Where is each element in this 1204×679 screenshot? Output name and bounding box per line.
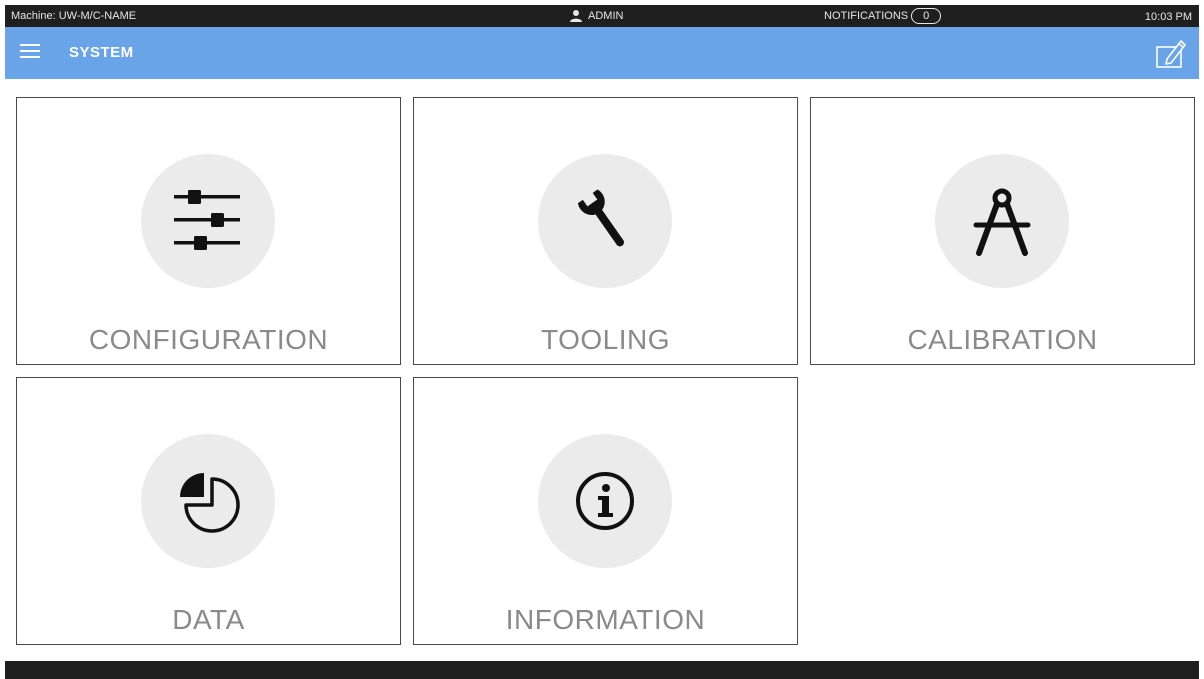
tile-label: DATA (172, 604, 245, 635)
tile-data[interactable]: DATA (16, 377, 401, 645)
user-indicator[interactable]: ADMIN (569, 10, 623, 22)
tile-label: INFORMATION (505, 604, 706, 635)
edit-note-icon[interactable] (1153, 35, 1189, 71)
machine-name: Machine: UW-M/C-NAME (11, 10, 137, 22)
user-icon (570, 10, 582, 22)
wrench-icon (577, 188, 624, 247)
pie-chart-icon (180, 473, 240, 533)
notifications[interactable]: NOTIFICATIONS 0 (824, 8, 942, 24)
notifications-count-badge: 0 (911, 8, 942, 24)
clock: 10:03 PM (1144, 11, 1192, 23)
tile-label: CALIBRATION (907, 324, 1098, 355)
tile-label: TOOLING (540, 324, 670, 355)
tile-label: CONFIGURATION (88, 324, 329, 355)
tile-tooling[interactable]: TOOLING (413, 97, 798, 365)
page-title: SYSTEM (69, 44, 134, 61)
tile-configuration[interactable]: CONFIGURATION (16, 97, 401, 365)
user-name: ADMIN (588, 10, 624, 22)
app-header: SYSTEM (5, 27, 1199, 79)
sliders-icon (174, 190, 240, 250)
notifications-label: NOTIFICATIONS (824, 10, 909, 22)
compass-icon (973, 188, 1031, 256)
tile-information[interactable]: INFORMATION (413, 377, 798, 645)
footer-bar (5, 661, 1199, 679)
status-bar: Machine: UW-M/C-NAME ADMIN NOTIFICATIONS… (5, 5, 1199, 27)
info-icon (576, 472, 634, 530)
tile-calibration[interactable]: CALIBRATION (810, 97, 1195, 365)
hamburger-menu-icon[interactable] (20, 44, 40, 60)
